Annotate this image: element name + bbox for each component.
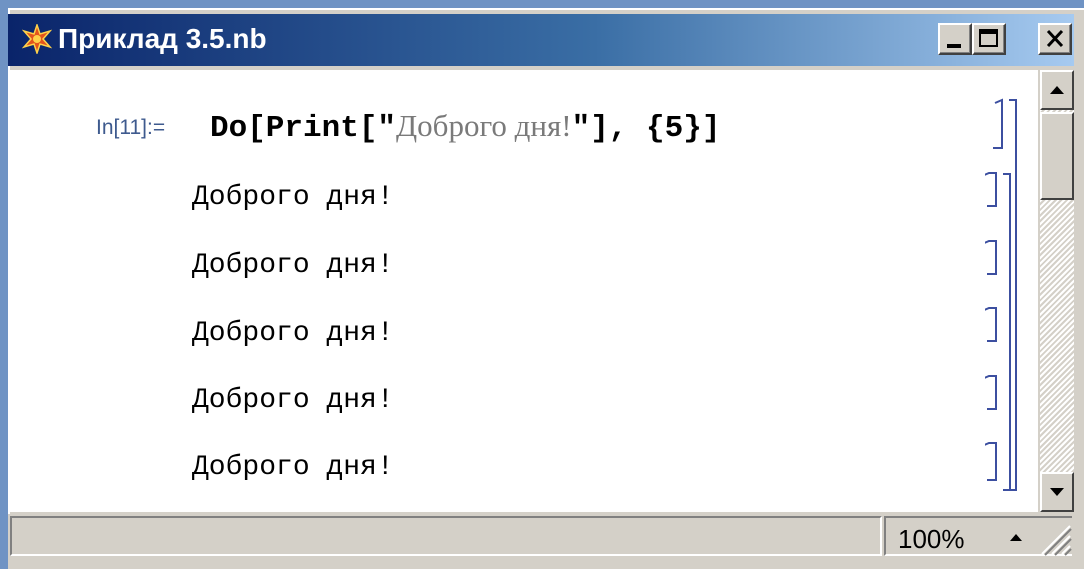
maximize-icon — [979, 29, 998, 47]
maximize-button[interactable] — [972, 23, 1006, 55]
input-code-head: Do[Print[" — [210, 111, 397, 146]
close-button[interactable] — [1038, 23, 1072, 55]
status-message — [10, 516, 882, 556]
output-line: Доброго дня! — [192, 250, 394, 281]
cell-brackets[interactable] — [985, 70, 1035, 510]
scroll-up-icon — [1050, 86, 1064, 94]
output-line: Доброго дня! — [192, 318, 394, 349]
scroll-up-button[interactable] — [1040, 70, 1074, 110]
close-icon — [1046, 29, 1064, 48]
scroll-down-button[interactable] — [1040, 472, 1074, 512]
vertical-scrollbar[interactable] — [1040, 70, 1074, 512]
status-bar: 100% — [8, 514, 1074, 569]
output-line: Доброго дня! — [192, 452, 394, 483]
input-label: In[11]:= — [96, 116, 166, 139]
scroll-thumb[interactable] — [1040, 112, 1074, 200]
input-cell[interactable]: Do[Print["Доброго дня!"], {5}] — [210, 108, 720, 146]
mathematica-icon — [21, 22, 53, 56]
input-code-string: Доброго дня! — [396, 108, 572, 143]
resize-grip-icon[interactable] — [1036, 520, 1072, 558]
zoom-up-icon[interactable] — [1006, 528, 1026, 546]
zoom-level: 100% — [898, 524, 965, 554]
output-line: Доброго дня! — [192, 385, 394, 416]
window-title: Приклад 3.5.nb — [58, 23, 267, 54]
output-line: Доброго дня! — [192, 182, 394, 213]
scroll-down-icon — [1050, 488, 1064, 496]
notebook-content[interactable]: In[11]:= Do[Print["Доброго дня!"], {5}] … — [10, 70, 1038, 512]
zoom-control[interactable]: 100% — [884, 516, 1072, 556]
title-bar[interactable]: Приклад 3.5.nb — [8, 14, 1074, 66]
minimize-icon — [947, 44, 961, 48]
input-code-tail: "], {5}] — [571, 111, 721, 146]
minimize-button[interactable] — [938, 23, 972, 55]
